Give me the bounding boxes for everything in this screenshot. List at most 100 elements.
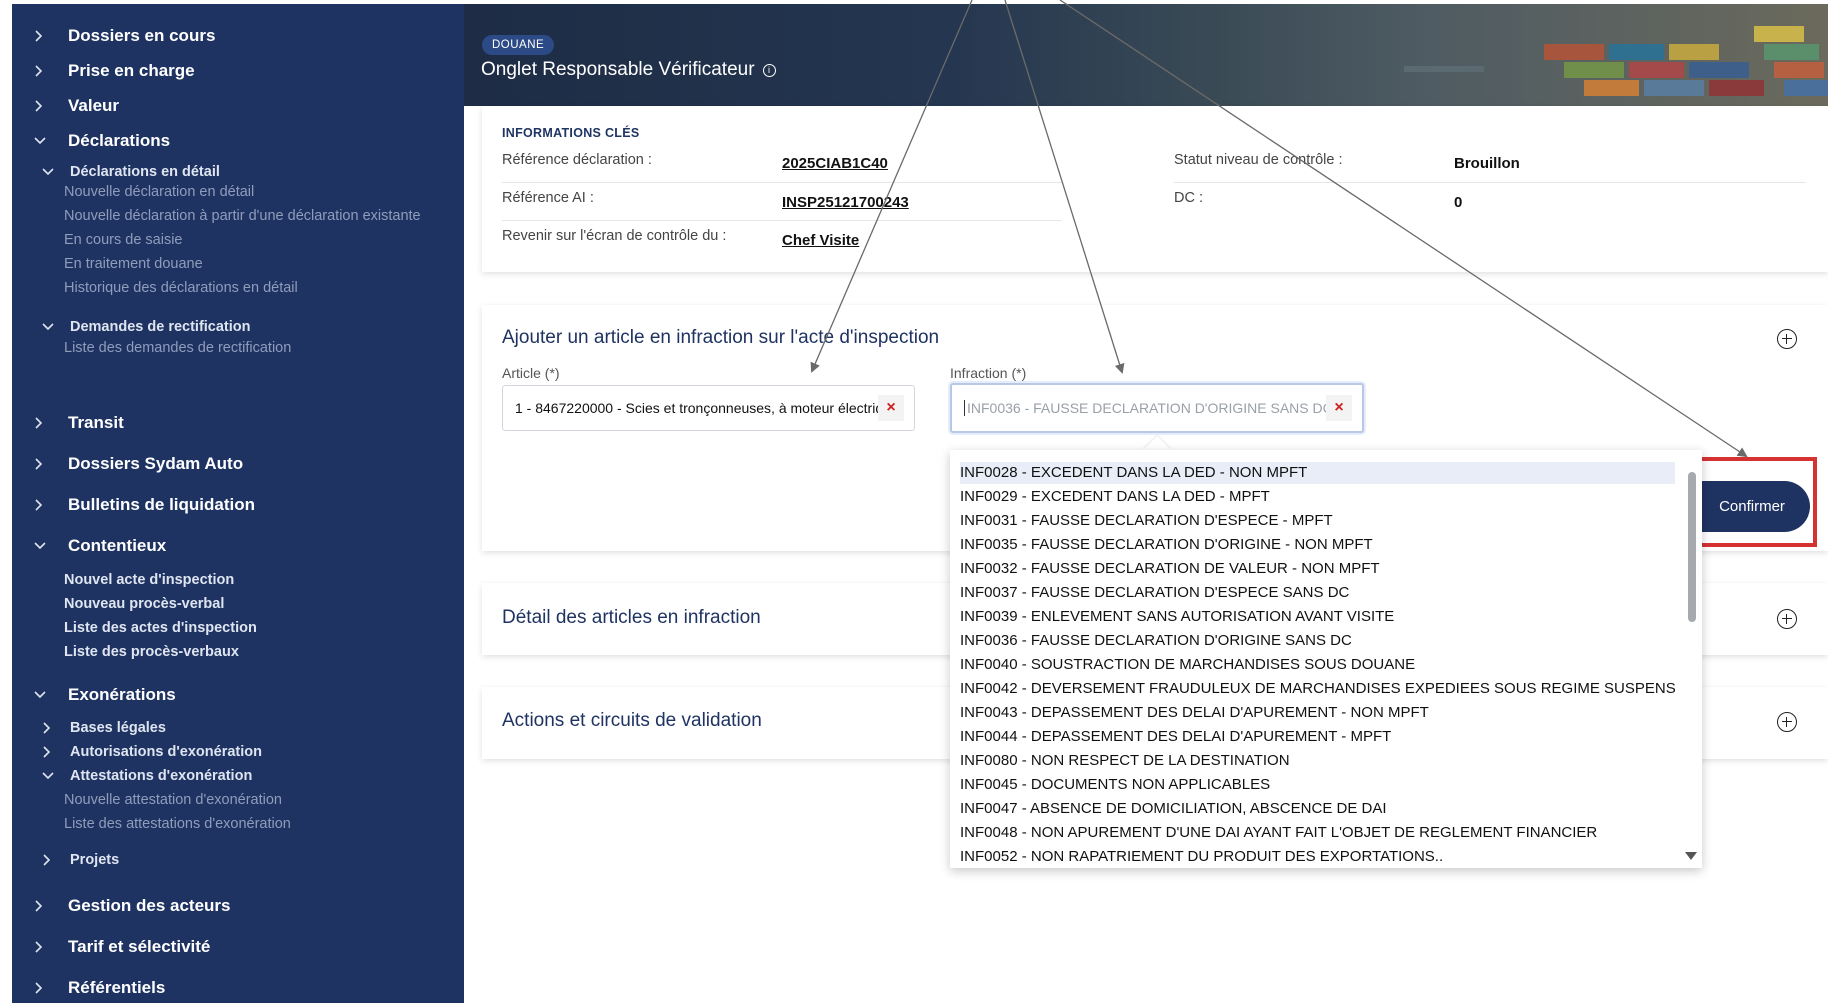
sidebar-item-label: Déclarations bbox=[68, 131, 171, 150]
dropdown-option[interactable]: INF0031 - FAUSSE DECLARATION D'ESPECE - … bbox=[960, 510, 1675, 532]
dropdown-scrollbar-thumb[interactable] bbox=[1688, 472, 1696, 622]
sidebar-item-label: Transit bbox=[68, 413, 124, 432]
sidebar-item-label: Demandes de rectification bbox=[70, 319, 251, 335]
chevron-right-icon bbox=[34, 458, 52, 470]
dropdown-option[interactable]: INF0035 - FAUSSE DECLARATION D'ORIGINE -… bbox=[960, 534, 1675, 556]
expand-plus-icon[interactable] bbox=[1777, 609, 1797, 629]
dropdown-option[interactable]: INF0044 - DEPASSEMENT DES DELAI D'APUREM… bbox=[960, 726, 1675, 748]
sidebar-link-en-cours-de-saisie[interactable]: En cours de saisie bbox=[64, 232, 182, 248]
sidebar-item-gestion-acteurs[interactable]: Gestion des acteurs bbox=[34, 896, 231, 916]
article-select[interactable]: 1 - 8467220000 - Scies et tronçonneuses,… bbox=[502, 385, 915, 431]
infraction-label: Infraction (*) bbox=[950, 365, 1027, 381]
dc-label: DC : bbox=[1174, 190, 1203, 206]
sidebar-item-label: Liste des demandes de rectification bbox=[64, 340, 292, 356]
sidebar-item-exonerations[interactable]: Exonérations bbox=[34, 685, 176, 705]
annotation-highlight-box bbox=[1682, 457, 1817, 547]
scroll-down-arrow-icon[interactable] bbox=[1685, 852, 1697, 860]
sidebar: Dossiers en cours Prise en charge Valeur… bbox=[12, 4, 464, 1003]
sidebar-item-bulletins-liquidation[interactable]: Bulletins de liquidation bbox=[34, 495, 255, 515]
sidebar-link-nouvelle-declaration[interactable]: Nouvelle déclaration en détail bbox=[64, 184, 254, 200]
sidebar-item-label: Nouvel acte d'inspection bbox=[64, 572, 235, 588]
dropdown-option[interactable]: INF0036 - FAUSSE DECLARATION D'ORIGINE S… bbox=[960, 630, 1675, 652]
infraction-select[interactable]: INF0036 - FAUSSE DECLARATION D'ORIGINE S… bbox=[950, 383, 1364, 433]
sidebar-item-projets[interactable]: Projets bbox=[42, 852, 119, 868]
sidebar-item-label: Liste des procès-verbaux bbox=[64, 644, 239, 660]
sidebar-item-label: Dossiers en cours bbox=[68, 26, 216, 45]
app-window: Dossiers en cours Prise en charge Valeur… bbox=[0, 0, 1828, 1003]
return-screen-label: Revenir sur l'écran de contrôle du : bbox=[502, 228, 727, 244]
chevron-right-icon bbox=[42, 722, 60, 734]
dropdown-option[interactable]: INF0045 - DOCUMENTS NON APPLICABLES bbox=[960, 774, 1675, 796]
sidebar-item-autorisations-exoneration[interactable]: Autorisations d'exonération bbox=[42, 744, 262, 760]
sidebar-link-liste-attestations[interactable]: Liste des attestations d'exonération bbox=[64, 816, 291, 832]
sidebar-link-nouveau-proces-verbal[interactable]: Nouveau procès-verbal bbox=[64, 596, 224, 612]
expand-plus-icon[interactable] bbox=[1777, 329, 1797, 349]
clear-infraction-icon[interactable]: × bbox=[1326, 395, 1352, 421]
chevron-right-icon bbox=[34, 982, 52, 994]
expand-plus-icon[interactable] bbox=[1777, 712, 1797, 732]
key-info-title: INFORMATIONS CLÉS bbox=[502, 126, 640, 140]
ref-declaration-link[interactable]: 2025CIAB1C40 bbox=[782, 155, 888, 172]
status-value: Brouillon bbox=[1454, 155, 1520, 172]
dropdown-option[interactable]: INF0032 - FAUSSE DECLARATION DE VALEUR -… bbox=[960, 558, 1675, 580]
sidebar-item-prise-en-charge[interactable]: Prise en charge bbox=[34, 61, 195, 81]
sidebar-item-declarations[interactable]: Déclarations bbox=[34, 131, 170, 151]
sidebar-item-referentiels[interactable]: Référentiels bbox=[34, 978, 165, 998]
page-title-text: Onglet Responsable Vérificateur bbox=[481, 59, 755, 80]
chevron-down-icon bbox=[42, 167, 60, 177]
chevron-right-icon bbox=[34, 499, 52, 511]
sidebar-link-nouvelle-attestation[interactable]: Nouvelle attestation d'exonération bbox=[64, 792, 282, 808]
dropdown-option[interactable]: INF0080 - NON RESPECT DE LA DESTINATION bbox=[960, 750, 1675, 772]
chevron-right-icon bbox=[34, 941, 52, 953]
sidebar-item-transit[interactable]: Transit bbox=[34, 413, 124, 433]
dropdown-option[interactable]: INF0028 - EXCEDENT DANS LA DED - NON MPF… bbox=[960, 462, 1675, 484]
sidebar-link-liste-actes-inspection[interactable]: Liste des actes d'inspection bbox=[64, 620, 257, 636]
info-icon[interactable]: i bbox=[762, 64, 776, 77]
sidebar-item-label: Nouveau procès-verbal bbox=[64, 596, 225, 612]
sidebar-item-demandes-rectification[interactable]: Demandes de rectification bbox=[42, 319, 251, 335]
sidebar-item-valeur[interactable]: Valeur bbox=[34, 96, 119, 116]
sidebar-item-contentieux[interactable]: Contentieux bbox=[34, 536, 166, 556]
sidebar-item-declarations-en-detail[interactable]: Déclarations en détail bbox=[42, 164, 220, 180]
dropdown-option[interactable]: INF0029 - EXCEDENT DANS LA DED - MPFT bbox=[960, 486, 1675, 508]
divider bbox=[502, 182, 1062, 183]
sidebar-item-bases-legales[interactable]: Bases légales bbox=[42, 720, 166, 736]
sidebar-link-en-traitement-douane[interactable]: En traitement douane bbox=[64, 256, 203, 272]
dropdown-option[interactable]: INF0052 - NON RAPATRIEMENT DU PRODUIT DE… bbox=[960, 846, 1675, 868]
sidebar-item-label: Liste des attestations d'exonération bbox=[64, 816, 291, 832]
sidebar-link-liste-proces-verbaux[interactable]: Liste des procès-verbaux bbox=[64, 644, 239, 660]
actions-circuits-title: Actions et circuits de validation bbox=[502, 710, 762, 731]
return-screen-link[interactable]: Chef Visite bbox=[782, 232, 859, 249]
sidebar-item-label: Référentiels bbox=[68, 978, 166, 997]
dropdown-option[interactable]: INF0047 - ABSENCE DE DOMICILIATION, ABSC… bbox=[960, 798, 1675, 820]
sidebar-link-nouvelle-declaration-existante[interactable]: Nouvelle déclaration à partir d'une décl… bbox=[64, 208, 421, 224]
sidebar-item-label: Liste des actes d'inspection bbox=[64, 620, 257, 636]
sidebar-item-label: Exonérations bbox=[68, 685, 176, 704]
header-banner-image bbox=[464, 4, 1828, 106]
sidebar-item-label: Nouvelle déclaration en détail bbox=[64, 184, 255, 200]
dropdown-option[interactable]: INF0037 - FAUSSE DECLARATION D'ESPECE SA… bbox=[960, 582, 1675, 604]
sidebar-item-label: Tarif et sélectivité bbox=[68, 937, 211, 956]
sidebar-item-dossiers-sydam-auto[interactable]: Dossiers Sydam Auto bbox=[34, 454, 243, 474]
dropdown-option[interactable]: INF0042 - DEVERSEMENT FRAUDULEUX DE MARC… bbox=[960, 678, 1675, 700]
sidebar-link-historique[interactable]: Historique des déclarations en détail bbox=[64, 280, 298, 296]
sidebar-item-attestations-exoneration[interactable]: Attestations d'exonération bbox=[42, 768, 252, 784]
sidebar-item-label: Nouvelle déclaration à partir d'une décl… bbox=[64, 208, 421, 224]
article-label: Article (*) bbox=[502, 365, 560, 381]
sidebar-item-label: Valeur bbox=[68, 96, 120, 115]
sidebar-item-label: Contentieux bbox=[68, 536, 167, 555]
divider bbox=[1174, 182, 1806, 183]
chevron-right-icon bbox=[42, 854, 60, 866]
sidebar-item-tarif-selectivite[interactable]: Tarif et sélectivité bbox=[34, 937, 210, 957]
ref-ai-link[interactable]: INSP25121700243 bbox=[782, 194, 909, 211]
sidebar-link-nouvel-acte-inspection[interactable]: Nouvel acte d'inspection bbox=[64, 572, 234, 588]
status-label: Statut niveau de contrôle : bbox=[1174, 152, 1343, 168]
chevron-down-icon bbox=[42, 322, 60, 332]
dropdown-option[interactable]: INF0048 - NON APUREMENT D'UNE DAI AYANT … bbox=[960, 822, 1675, 844]
sidebar-item-dossiers-en-cours[interactable]: Dossiers en cours bbox=[34, 26, 215, 46]
clear-article-icon[interactable]: × bbox=[878, 395, 904, 421]
dropdown-option[interactable]: INF0039 - ENLEVEMENT SANS AUTORISATION A… bbox=[960, 606, 1675, 628]
sidebar-link-liste-demandes-rectification[interactable]: Liste des demandes de rectification bbox=[64, 340, 291, 356]
dropdown-option[interactable]: INF0040 - SOUSTRACTION DE MARCHANDISES S… bbox=[960, 654, 1675, 676]
dropdown-option[interactable]: INF0043 - DEPASSEMENT DES DELAI D'APUREM… bbox=[960, 702, 1675, 724]
